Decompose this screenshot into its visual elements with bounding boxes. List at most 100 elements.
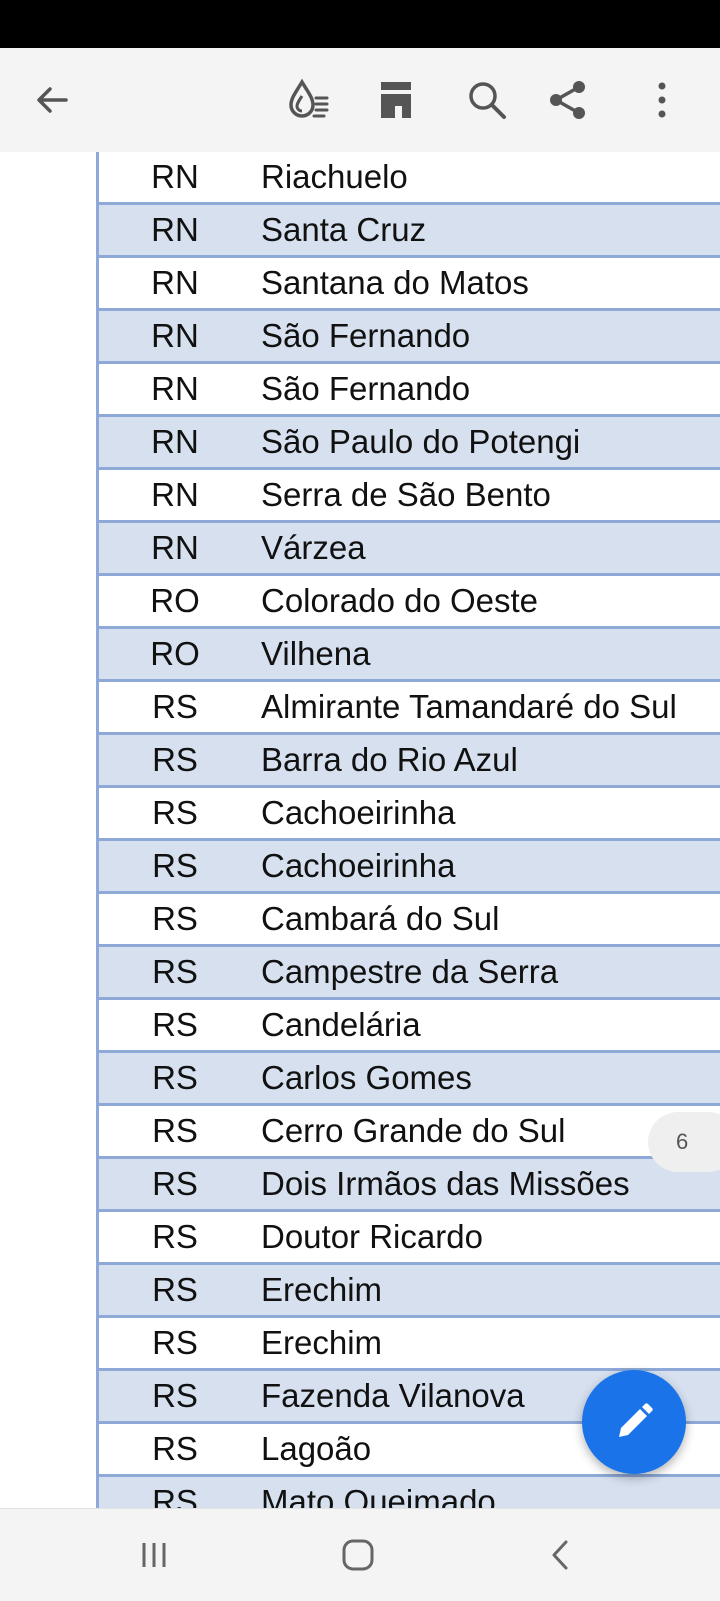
recent-apps-icon [142,1543,166,1567]
state-cell: RN [151,158,199,195]
state-cell: RO [150,582,200,619]
state-cell: RS [152,1218,198,1255]
state-cell: RS [152,794,198,831]
table-row: RS Cerro Grande do Sul [99,1106,720,1159]
home-icon [342,1539,374,1571]
city-cell: Carlos Gomes [261,1059,472,1096]
table-row: RN São Fernando [99,311,720,364]
page-layout-icon [381,82,411,118]
state-cell: RS [152,1483,198,1508]
state-cell: RN [151,529,199,566]
city-cell: Erechim [261,1324,383,1361]
table-row: RS Mato Queimado [99,1477,720,1508]
table-row: RN Riachuelo [99,152,720,205]
state-cell: RN [151,476,199,513]
state-cell: RS [152,1324,198,1361]
table-row: RS Erechim [99,1265,720,1318]
share-button[interactable] [532,48,604,152]
city-cell: São Fernando [261,317,471,354]
table-row: RO Vilhena [99,629,720,682]
more-options-button[interactable] [626,48,698,152]
edit-button[interactable] [582,1370,686,1474]
back-arrow-icon [37,87,68,113]
search-icon [469,82,506,119]
table-row: RS Barra do Rio Azul [99,735,720,788]
state-cell: RS [152,1430,198,1467]
city-cell: São Fernando [261,370,471,407]
table-row: RN Santana do Matos [99,258,720,311]
state-cell: RS [152,688,198,725]
city-cell: Candelária [261,1006,421,1043]
city-cell: Cambará do Sul [261,900,500,937]
city-cell: Lagoão [261,1430,372,1467]
table-row: RN Santa Cruz [99,205,720,258]
state-cell: RN [151,317,199,354]
city-cell: Santa Cruz [261,211,427,248]
back-icon [552,1540,568,1570]
table-row: RS Doutor Ricardo [99,1212,720,1265]
state-cell: RN [151,211,199,248]
city-cell: Riachuelo [261,158,408,195]
table-row: RS Cambará do Sul [99,894,720,947]
table-row: RN Várzea [99,523,720,576]
city-cell: Doutor Ricardo [261,1218,483,1255]
table-row: RN São Fernando [99,364,720,417]
top-toolbar [0,48,720,152]
city-table: RN Riachuelo RN Santa Cruz RN Santana do Mato… [96,152,720,1508]
city-cell: Cachoeirinha [261,794,456,831]
city-cell: Barra do Rio Azul [261,741,518,778]
status-bar [0,0,720,48]
page-number-indicator: 6 [648,1112,720,1172]
city-cell: Cerro Grande do Sul [261,1112,566,1149]
table-row: RS Carlos Gomes [99,1053,720,1106]
state-cell: RS [152,741,198,778]
more-options-icon [658,82,666,118]
state-cell: RS [152,953,198,990]
city-cell: São Paulo do Potengi [261,423,581,460]
state-cell: RS [152,1377,198,1414]
table-row: RS Dois Irmãos das Missões [99,1159,720,1212]
table-row: RS Erechim [99,1318,720,1371]
page-layout-button[interactable] [360,48,432,152]
city-cell: Fazenda Vilanova [261,1377,525,1414]
state-cell: RN [151,423,199,460]
city-cell: Serra de São Bento [261,476,551,513]
table-row: RS Cachoeirinha [99,841,720,894]
table-row: RS Candelária [99,1000,720,1053]
state-cell: RO [150,635,200,672]
city-cell: Várzea [261,529,366,566]
table-row: RO Colorado do Oeste [99,576,720,629]
back-button[interactable] [16,48,88,152]
search-button[interactable] [451,48,523,152]
city-cell: Vilhena [261,635,371,672]
share-icon [550,81,585,119]
table-row: RS Cachoeirinha [99,788,720,841]
city-cell: Erechim [261,1271,383,1308]
state-cell: RS [152,1059,198,1096]
state-cell: RS [152,1006,198,1043]
city-cell: Almirante Tamandaré do Sul [261,688,677,725]
state-cell: RS [152,847,198,884]
table-row: RN São Paulo do Potengi [99,417,720,470]
document-view[interactable]: RN Riachuelo RN Santa Cruz RN Santana do Mato… [0,152,720,1508]
state-cell: RS [152,900,198,937]
nav-back-button[interactable] [510,1509,610,1601]
state-cell: RS [152,1112,198,1149]
recent-apps-button[interactable] [104,1509,204,1601]
city-cell: Cachoeirinha [261,847,456,884]
city-cell: Mato Queimado [261,1483,496,1508]
city-cell: Santana do Matos [261,264,529,301]
system-nav-bar [0,1508,720,1601]
reading-mode-button[interactable] [272,48,344,152]
city-cell: Dois Irmãos das Missões [261,1165,630,1202]
state-cell: RN [151,370,199,407]
home-button[interactable] [308,1509,408,1601]
page-number: 6 [676,1129,689,1154]
edit-pencil-icon [619,1403,653,1437]
state-cell: RS [152,1271,198,1308]
table-row: RS Almirante Tamandaré do Sul [99,682,720,735]
state-cell: RS [152,1165,198,1202]
table-row: RN Serra de São Bento [99,470,720,523]
state-cell: RN [151,264,199,301]
city-cell: Colorado do Oeste [261,582,539,619]
